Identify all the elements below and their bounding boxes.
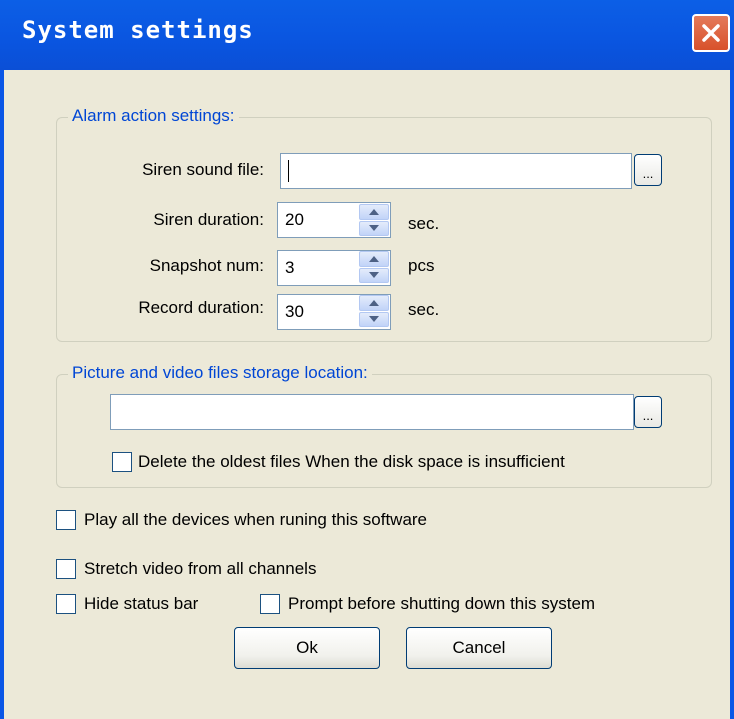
text-caret (288, 160, 289, 182)
record-duration-label: Record duration: (138, 298, 264, 317)
alarm-settings-legend: Alarm action settings: (68, 106, 239, 126)
hide-status-bar-label[interactable]: Hide status bar (84, 594, 198, 614)
siren-file-label: Siren sound file: (142, 160, 264, 179)
stretch-video-label[interactable]: Stretch video from all channels (84, 559, 316, 579)
arrow-down-icon (369, 316, 379, 323)
siren-duration-value: 20 (285, 210, 304, 229)
siren-duration-up-button[interactable] (359, 204, 389, 220)
snapshot-num-down-button[interactable] (359, 267, 389, 283)
close-button[interactable] (692, 14, 730, 52)
storage-path-input[interactable] (110, 394, 634, 430)
record-duration-unit: sec. (408, 300, 440, 319)
hide-status-bar-checkbox[interactable] (56, 594, 76, 614)
snapshot-num-spinner (359, 251, 389, 283)
siren-file-browse-button[interactable]: ... (634, 154, 662, 186)
browse-button-label: ... (642, 408, 654, 423)
play-all-devices-checkbox[interactable] (56, 510, 76, 530)
snapshot-num-label: Snapshot num: (149, 256, 264, 275)
ok-button[interactable]: Ok (234, 627, 380, 669)
storage-location-legend: Picture and video files storage location… (68, 363, 372, 383)
ok-button-label: Ok (296, 638, 318, 657)
siren-duration-down-button[interactable] (359, 220, 389, 236)
storage-path-browse-button[interactable]: ... (634, 396, 662, 428)
siren-duration-unit: sec. (408, 214, 440, 233)
close-icon (702, 24, 720, 42)
siren-duration-spinner (359, 204, 389, 236)
arrow-down-icon (369, 225, 379, 232)
browse-button-label: ... (642, 166, 654, 181)
stretch-video-checkbox[interactable] (56, 559, 76, 579)
record-duration-down-button[interactable] (359, 311, 389, 327)
delete-oldest-label[interactable]: Delete the oldest files When the disk sp… (138, 452, 565, 472)
cancel-button[interactable]: Cancel (406, 627, 552, 669)
siren-duration-label: Siren duration: (153, 210, 264, 229)
prompt-shutdown-label[interactable]: Prompt before shutting down this system (288, 594, 595, 614)
play-all-devices-label[interactable]: Play all the devices when runing this so… (84, 510, 427, 530)
delete-oldest-checkbox[interactable] (112, 452, 132, 472)
arrow-up-icon (369, 299, 379, 306)
arrow-up-icon (369, 208, 379, 215)
title-bar[interactable]: System settings (0, 0, 734, 70)
arrow-up-icon (369, 255, 379, 262)
system-settings-window: System settings Alarm action settings: S… (0, 0, 734, 719)
arrow-down-icon (369, 272, 379, 279)
snapshot-num-unit: pcs (408, 256, 435, 275)
snapshot-num-up-button[interactable] (359, 251, 389, 267)
record-duration-value: 30 (285, 302, 304, 321)
prompt-shutdown-checkbox[interactable] (260, 594, 280, 614)
window-title: System settings (22, 16, 254, 44)
snapshot-num-value: 3 (285, 258, 295, 277)
record-duration-up-button[interactable] (359, 295, 389, 311)
siren-file-input[interactable] (280, 153, 632, 189)
dialog-body: Alarm action settings: Siren sound file:… (4, 70, 730, 719)
cancel-button-label: Cancel (452, 638, 506, 657)
record-duration-spinner (359, 295, 389, 327)
